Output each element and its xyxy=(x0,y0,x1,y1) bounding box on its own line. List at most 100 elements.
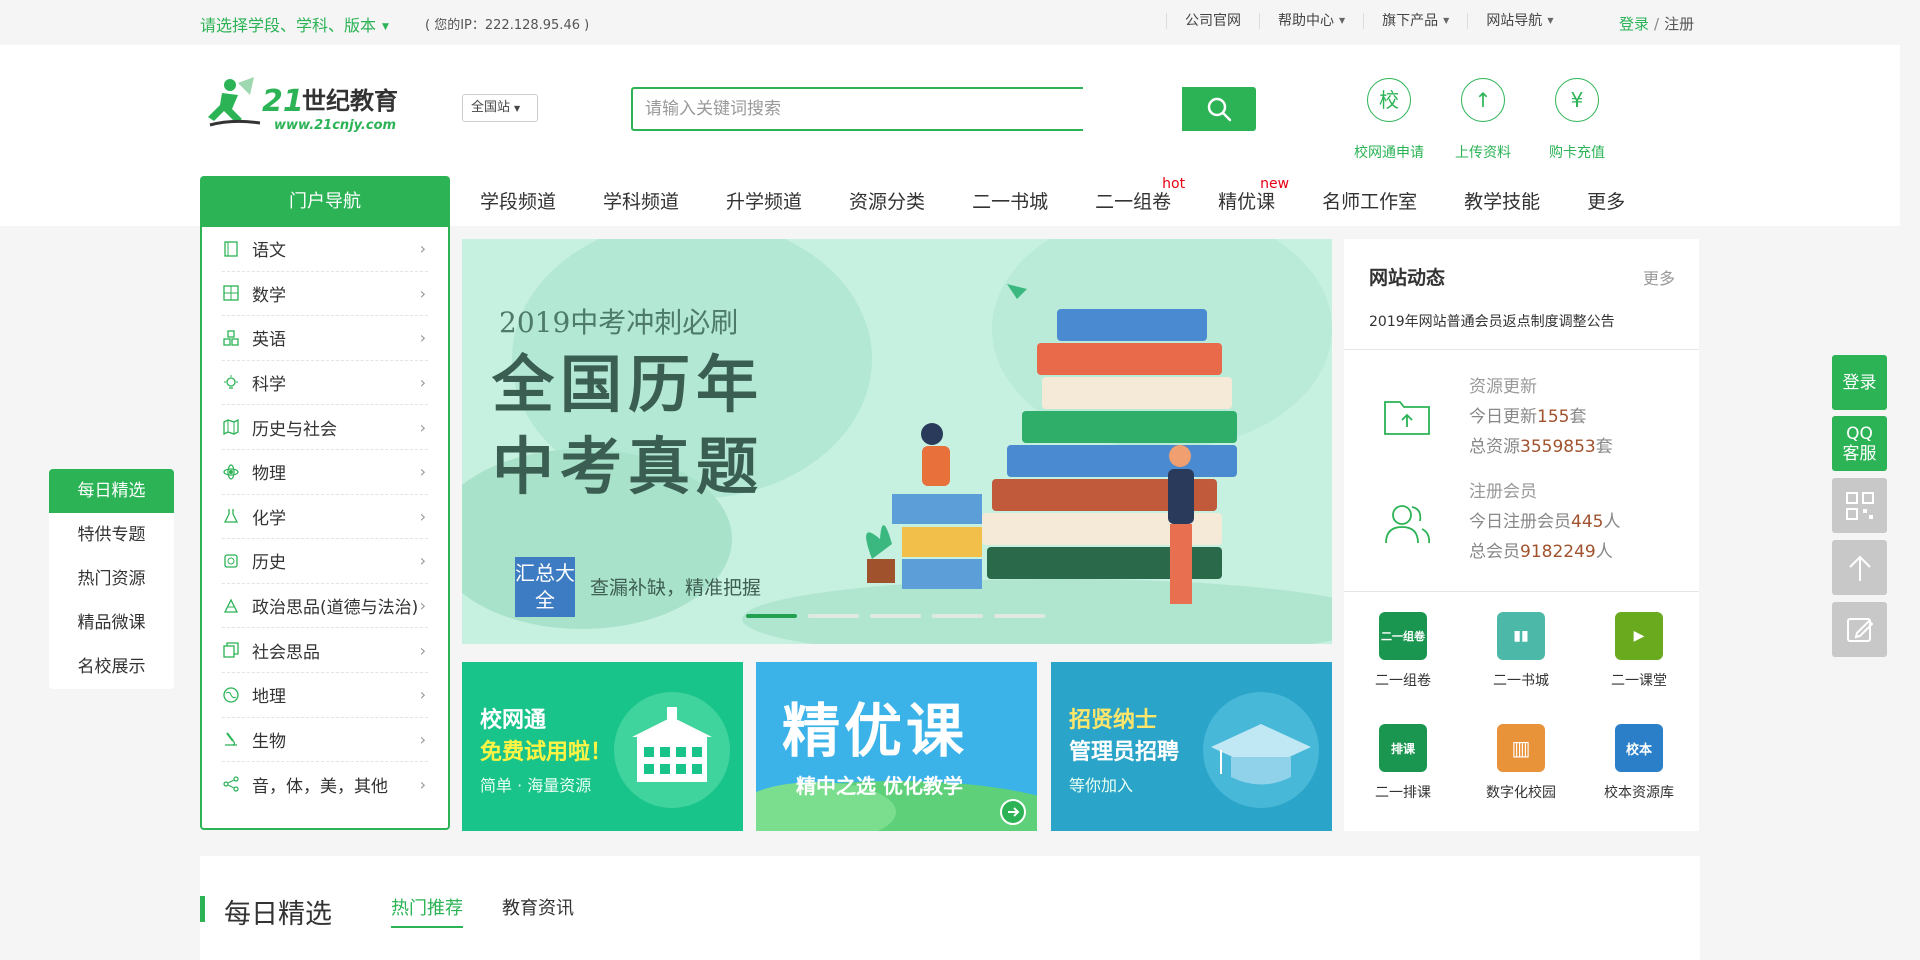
unit: 人 xyxy=(1603,512,1621,532)
site-news-panel: 网站动态 更多 2019年网站普通会员返点制度调整公告 资源更新 今日更新155… xyxy=(1344,239,1699,831)
category-physics[interactable]: 物理 › xyxy=(222,450,428,495)
link-sitenav[interactable]: 网站导航 ▼ xyxy=(1467,13,1571,29)
category-english[interactable]: 英语 › xyxy=(222,316,428,361)
promo-school-network[interactable]: 校网通 免费试用啦！ 简单 · 海量资源 xyxy=(462,662,743,831)
divider xyxy=(1344,591,1699,592)
register-link[interactable]: 注册 xyxy=(1664,15,1694,33)
chevron-right-icon: › xyxy=(419,774,426,794)
category-biology[interactable]: 生物 › xyxy=(222,718,428,763)
resource-label: 资源更新 xyxy=(1469,377,1537,397)
unit: 套 xyxy=(1595,437,1613,457)
app-scheduling[interactable]: 排课 二一排课 xyxy=(1344,724,1462,836)
nav-teacher-studio[interactable]: 名师工作室 xyxy=(1322,187,1417,214)
link-products[interactable]: 旗下产品 ▼ xyxy=(1363,13,1467,29)
news-item[interactable]: 2019年网站普通会员返点制度调整公告 xyxy=(1369,311,1615,331)
main-banner[interactable]: 2019中考冲刺必刷 全国历年中考真题 汇总大全 查漏补缺，精准把握 xyxy=(462,239,1332,644)
nav-bookstore[interactable]: 二一书城 xyxy=(972,187,1048,214)
carousel-dot[interactable] xyxy=(870,614,921,618)
category-label: 物理 xyxy=(252,464,286,485)
carousel-dot[interactable] xyxy=(932,614,983,618)
auth-separator: / xyxy=(1654,15,1660,33)
nav-label: 学段频道 xyxy=(480,191,557,213)
category-social-morality[interactable]: 社会思品 › xyxy=(222,628,428,673)
float-qrcode-button[interactable] xyxy=(1832,478,1887,533)
chevron-right-icon: › xyxy=(419,506,426,526)
category-chemistry[interactable]: 化学 › xyxy=(222,495,428,540)
schedule-icon: 排课 xyxy=(1379,724,1427,772)
chevron-right-icon: › xyxy=(419,596,426,616)
school-apply-button[interactable]: 校 校网通申请 xyxy=(1339,78,1439,162)
category-politics[interactable]: 政治思品(道德与法治) › xyxy=(222,584,428,629)
caret-down-icon: ▼ xyxy=(1339,16,1346,25)
chevron-right-icon: › xyxy=(419,640,426,660)
atom-icon xyxy=(222,463,240,481)
category-label: 历史 xyxy=(252,553,286,574)
category-science[interactable]: 科学 › xyxy=(222,361,428,406)
category-chinese[interactable]: 语文 › xyxy=(222,227,428,272)
upload-button[interactable]: ↑ 上传资料 xyxy=(1433,78,1533,162)
float-login-button[interactable]: 登录 xyxy=(1832,355,1887,410)
nav-label: 名师工作室 xyxy=(1322,191,1418,213)
nav-label: 教学技能 xyxy=(1464,191,1541,213)
nav-exam-builder[interactable]: 二一组卷 hot xyxy=(1095,176,1185,214)
leftnav-famous-schools[interactable]: 名校展示 xyxy=(49,645,174,689)
promo-recruitment[interactable]: 招贤纳士 管理员招聘 等你加入 xyxy=(1051,662,1332,831)
school-apply-label: 校网通申请 xyxy=(1354,145,1424,161)
caret-down-icon: ▼ xyxy=(514,104,521,113)
nav-label: 学科频道 xyxy=(603,191,680,213)
subject-category-list: 语文 › 数学 › 英语 › 科学 › 历史与社会 › 物理 › 化学 › 历史 › 政治思品(… xyxy=(200,227,450,830)
app-grid: 二一组卷 二一组卷 ▮▮ 二一书城 ▶ 二一课堂 排课 二一排课 ▥ 数字化校园 校本 校本… xyxy=(1344,612,1699,836)
nav-resources[interactable]: 资源分类 xyxy=(849,187,925,214)
link-help[interactable]: 帮助中心 ▼ xyxy=(1259,13,1363,29)
search-button[interactable] xyxy=(1182,87,1256,131)
tab-education-news[interactable]: 教育资讯 xyxy=(502,894,574,920)
link-company[interactable]: 公司官网 xyxy=(1166,13,1259,29)
site-logo[interactable]: 21 世纪教育 www.21cnjy.com xyxy=(202,75,442,135)
app-school-library[interactable]: 校本 校本资源库 xyxy=(1580,724,1698,836)
nav-subject[interactable]: 学科频道 xyxy=(603,187,679,214)
category-label: 政治思品(道德与法治) xyxy=(252,598,419,619)
carousel-dot[interactable] xyxy=(808,614,859,618)
leftnav-special-topics[interactable]: 特供专题 xyxy=(49,513,174,557)
school-library-icon: 校本 xyxy=(1615,724,1663,772)
search-input[interactable] xyxy=(631,87,1083,131)
tab-hot-recommend[interactable]: 热门推荐 xyxy=(391,894,463,928)
category-math[interactable]: 数学 › xyxy=(222,272,428,317)
float-back-to-top-button[interactable] xyxy=(1832,540,1887,595)
leftnav-daily-picks[interactable]: 每日精选 xyxy=(49,469,174,513)
book-icon xyxy=(222,240,240,258)
nav-premium-course[interactable]: 精优课 new xyxy=(1218,176,1289,214)
station-select[interactable]: 全国站 ▼ xyxy=(462,94,538,122)
top-links: 公司官网 帮助中心 ▼ 旗下产品 ▼ 网站导航 ▼ xyxy=(1166,13,1571,29)
carousel-dot[interactable] xyxy=(746,614,797,618)
recharge-button[interactable]: ¥ 购卡充值 xyxy=(1527,78,1627,162)
nav-stage[interactable]: 学段频道 xyxy=(480,187,556,214)
leftnav-hot-resources[interactable]: 热门资源 xyxy=(49,557,174,601)
cards-icon xyxy=(222,641,240,659)
app-label: 二一课堂 xyxy=(1611,673,1667,689)
nav-promotion[interactable]: 升学频道 xyxy=(726,187,802,214)
carousel-dot[interactable] xyxy=(994,614,1045,618)
category-label: 历史与社会 xyxy=(252,419,337,440)
app-exam-builder[interactable]: 二一组卷 二一组卷 xyxy=(1344,612,1462,724)
nav-more[interactable]: 更多 xyxy=(1587,187,1625,214)
category-geography[interactable]: 地理 › xyxy=(222,673,428,718)
microscope-icon xyxy=(222,730,240,748)
leftnav-micro-lessons[interactable]: 精品微课 xyxy=(49,601,174,645)
category-history[interactable]: 历史 › xyxy=(222,539,428,584)
promo-premium-course[interactable]: 精优课 精中之选 优化教学 xyxy=(756,662,1037,831)
login-link[interactable]: 登录 xyxy=(1619,15,1649,33)
float-feedback-button[interactable] xyxy=(1832,602,1887,657)
region-select[interactable]: 请选择学段、学科、版本 ▼ xyxy=(200,12,389,36)
nav-label: 升学频道 xyxy=(726,191,803,213)
app-digital-campus[interactable]: ▥ 数字化校园 xyxy=(1462,724,1580,836)
more-link[interactable]: 更多 xyxy=(1643,265,1675,289)
app-classroom[interactable]: ▶ 二一课堂 xyxy=(1580,612,1698,724)
total-members-label: 总会员 xyxy=(1469,542,1520,562)
app-bookstore[interactable]: ▮▮ 二一书城 xyxy=(1462,612,1580,724)
float-qq-service-button[interactable]: QQ客服 xyxy=(1832,416,1887,471)
nav-teaching-skills[interactable]: 教学技能 xyxy=(1464,187,1540,214)
total-resource-label: 总资源 xyxy=(1469,437,1520,457)
category-arts-sports-other[interactable]: 音，体，美，其他 › xyxy=(222,762,428,807)
category-history-society[interactable]: 历史与社会 › xyxy=(222,405,428,450)
